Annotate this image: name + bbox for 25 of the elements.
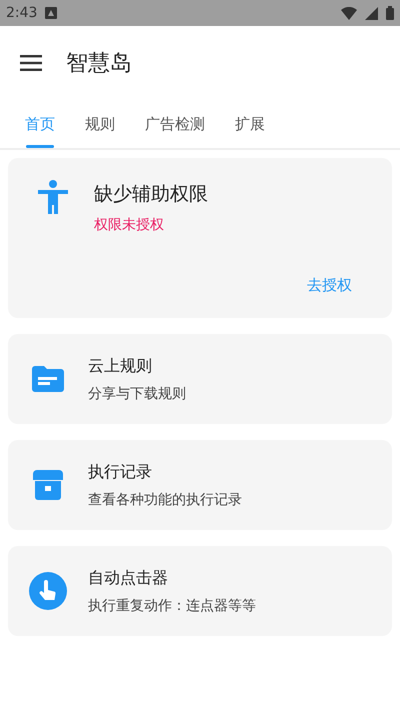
accessibility-icon <box>38 180 68 214</box>
card-subtitle: 查看各种功能的执行记录 <box>88 490 242 510</box>
feature-card[interactable]: 自动点击器 执行重复动作：连点器等等 <box>8 546 392 636</box>
card-title: 缺少辅助权限 <box>94 182 208 207</box>
tab[interactable]: 规则 <box>70 100 130 148</box>
feature-card[interactable]: 执行记录 查看各种功能的执行记录 <box>8 440 392 530</box>
card-subtitle: 分享与下载规则 <box>88 384 186 404</box>
card-title: 执行记录 <box>88 460 153 482</box>
notification-icon <box>45 7 58 19</box>
card-title: 自动点击器 <box>88 566 169 588</box>
status-time: 2:43 <box>6 4 38 22</box>
folder-icon <box>32 366 64 392</box>
tab[interactable]: 扩展 <box>220 100 280 148</box>
signal-icon <box>365 6 378 20</box>
pointing-hand-icon <box>29 572 67 610</box>
permission-status: 权限未授权 <box>94 216 165 234</box>
battery-icon <box>386 6 394 20</box>
card-subtitle: 执行重复动作：连点器等等 <box>88 596 256 616</box>
menu-icon[interactable] <box>20 55 42 71</box>
tab[interactable]: 广告检测 <box>130 100 220 148</box>
card-title: 云上规则 <box>88 354 153 376</box>
feature-card[interactable]: 云上规则 分享与下载规则 <box>8 334 392 424</box>
archive-box-icon <box>33 470 63 500</box>
wifi-icon <box>341 6 357 20</box>
app-title: 智慧岛 <box>66 50 132 78</box>
